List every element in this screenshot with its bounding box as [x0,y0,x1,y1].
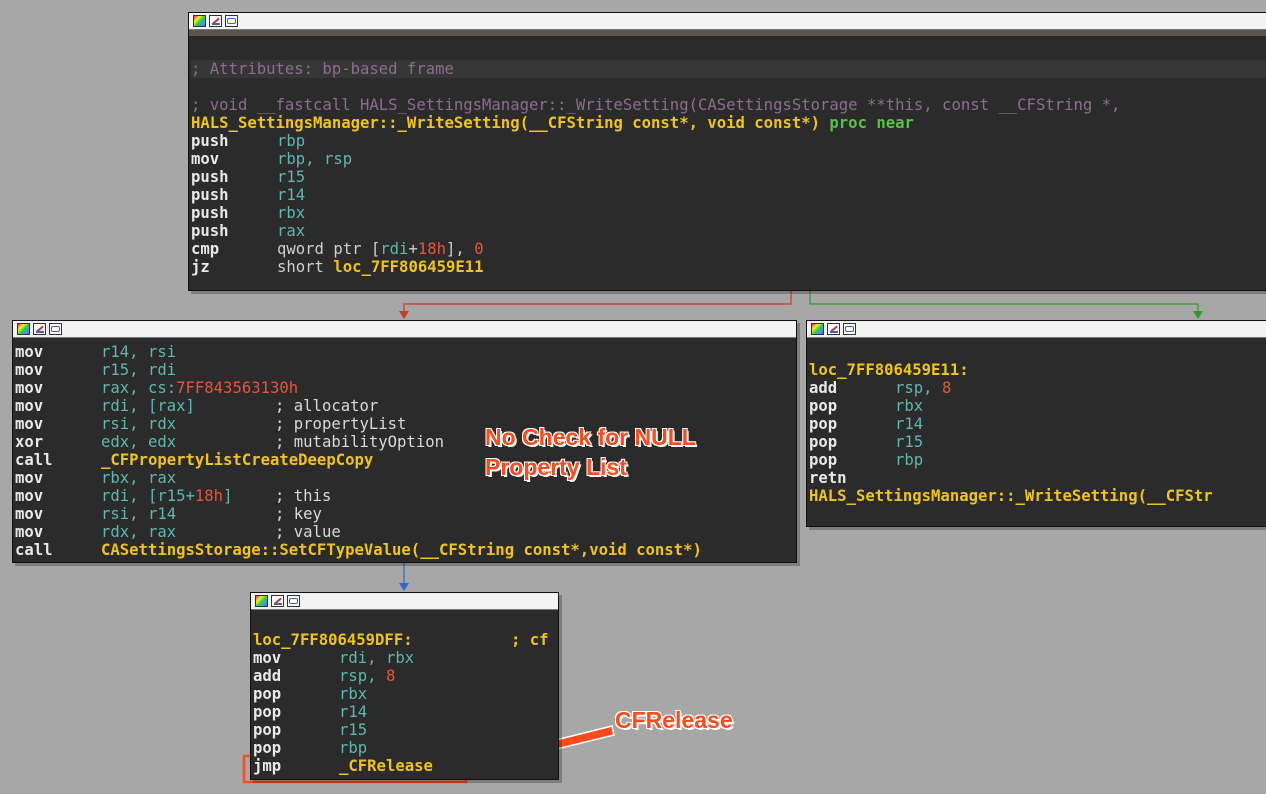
asm-line[interactable]: add rsp, 8 [809,379,1266,397]
xrefs-icon[interactable] [49,323,62,335]
asm-line[interactable]: pop rbx [809,397,1266,415]
asm-line[interactable]: pop r14 [809,415,1266,433]
node-toolbar [251,593,558,610]
asm-line[interactable]: push r15 [191,168,1266,186]
code-block-early-return[interactable]: loc_7FF806459E11: add rsp, 8 pop rbx pop r1… [806,320,1266,527]
edit-node-icon[interactable] [33,323,46,335]
asm-line[interactable]: pop r15 [809,433,1266,451]
asm-line[interactable]: mov rax, cs:7FF843563130h [15,379,796,397]
asm-line[interactable]: mov r14, rsi [15,343,796,361]
asm-line[interactable]: pop rbp [253,739,558,757]
asm-line[interactable]: mov rdx, rax; value [15,523,796,541]
asm-line[interactable]: mov rbp, rsp [191,150,1266,168]
proc-end[interactable]: HALS_SettingsManager::_WriteSetting(__CF… [809,487,1266,505]
graph-overview-icon[interactable] [255,595,268,607]
annotation-cfrelease: CFRelease [615,707,733,733]
asm-line[interactable]: pop rbp [809,451,1266,469]
edit-node-icon[interactable] [209,15,222,27]
asm-line[interactable]: call CASettingsStorage::SetCFTypeValue(__… [15,541,796,559]
attributes-comment: ; Attributes: bp-based frame [191,60,1266,78]
xrefs-icon[interactable] [843,323,856,335]
signature-comment: ; void __fastcall HALS_SettingsManager::… [191,96,1121,114]
edit-node-icon[interactable] [827,323,840,335]
asm-line[interactable]: push rbx [191,204,1266,222]
block-label[interactable]: loc_7FF806459DFF:; cf [253,631,558,649]
code-block-release[interactable]: loc_7FF806459DFF:; cf mov rdi, rbx add rsp… [250,592,559,780]
asm-line[interactable]: mov r15, rdi [15,361,796,379]
asm-line[interactable]: cmp qword ptr [rdi+18h], 0 [191,240,1266,258]
block-label[interactable]: loc_7FF806459E11: [809,361,1266,379]
asm-line[interactable]: push rax [191,222,1266,240]
node-toolbar [13,321,796,338]
edge-false-branch [403,290,792,313]
node-toolbar [189,13,1266,30]
asm-line[interactable]: mov rdi, [r15+18h]; this [15,487,796,505]
xrefs-icon[interactable] [287,595,300,607]
proc-declaration[interactable]: HALS_SettingsManager::_WriteSetting(__CF… [191,114,1266,132]
asm-line[interactable]: jz short loc_7FF806459E11 [191,258,1266,276]
asm-line[interactable]: retn [809,469,1266,487]
asm-line[interactable]: pop rbx [253,685,558,703]
edit-node-icon[interactable] [271,595,284,607]
asm-line[interactable]: pop r14 [253,703,558,721]
graph-overview-icon[interactable] [811,323,824,335]
asm-line[interactable]: mov rsi, r14; key [15,505,796,523]
asm-line[interactable]: mov rdi, rbx [253,649,558,667]
asm-line[interactable]: pop r15 [253,721,558,739]
graph-overview-icon[interactable] [193,15,206,27]
xrefs-icon[interactable] [225,15,238,27]
asm-line[interactable]: push rbp [191,132,1266,150]
asm-line[interactable]: push r14 [191,186,1266,204]
graph-overview-icon[interactable] [17,323,30,335]
asm-line-cfrelease[interactable]: jmp _CFRelease [253,757,558,775]
code-block-entry[interactable]: ; Attributes: bp-based frame ; void __fa… [188,12,1266,291]
asm-line[interactable]: mov rdi, [rax]; allocator [15,397,796,415]
asm-line[interactable]: add rsp, 8 [253,667,558,685]
node-toolbar [807,321,1266,338]
annotation-null-check: No Check for NULL Property List [485,424,696,480]
edge-true-branch [809,290,1199,313]
